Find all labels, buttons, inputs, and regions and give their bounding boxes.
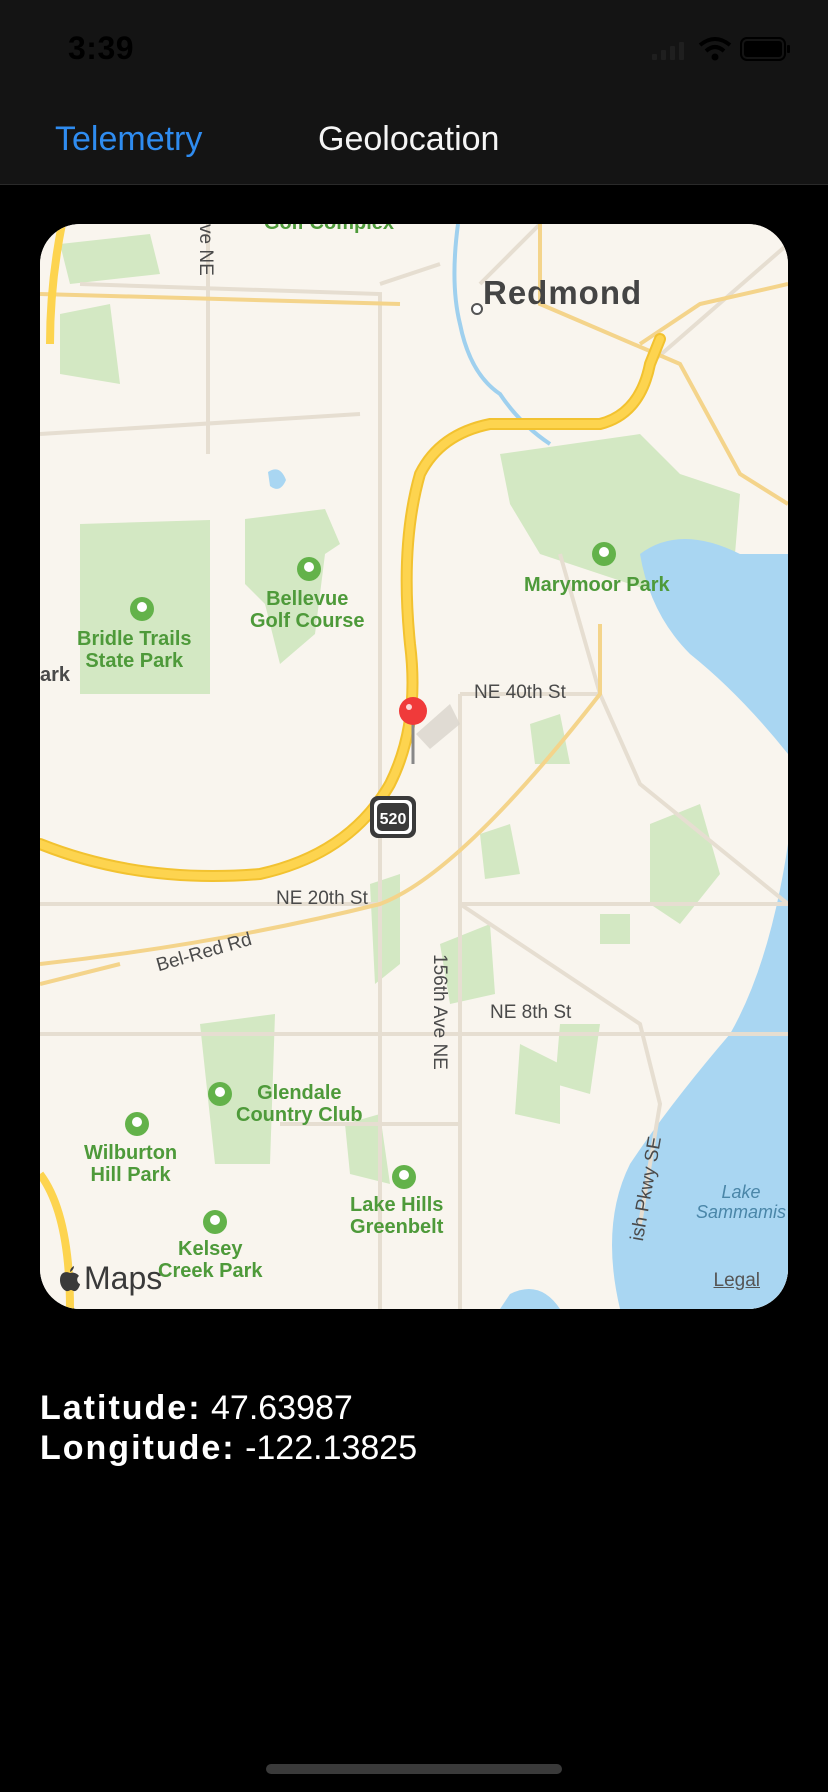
map-street-label: 156th Ave NE: [429, 954, 450, 1070]
battery-icon: [740, 37, 790, 61]
map-park-label: Glendale Country Club: [236, 1082, 363, 1126]
coordinates-panel: Latitude: 47.63987 Longitude: -122.13825: [40, 1388, 417, 1468]
latitude-row: Latitude: 47.63987: [40, 1388, 417, 1428]
map-view[interactable]: 520 Redmond NE 40th St NE 20th St NE 8th…: [40, 224, 788, 1309]
map-street-label: NE 8th St: [490, 1002, 572, 1023]
map-street-label: ark: [40, 664, 71, 686]
latitude-value: 47.63987: [211, 1389, 353, 1427]
apple-maps-logo: Maps: [58, 1260, 162, 1297]
map-park-label: Golf Complex: [264, 224, 394, 234]
longitude-row: Longitude: -122.13825: [40, 1428, 417, 1468]
home-indicator[interactable]: [266, 1764, 562, 1774]
wifi-icon: [698, 37, 732, 61]
latitude-label: Latitude:: [40, 1389, 202, 1427]
maps-logo-text: Maps: [84, 1260, 163, 1296]
svg-text:520: 520: [380, 811, 407, 828]
map-street-label: NE 20th St: [276, 888, 368, 909]
navigation-bar: Telemetry Geolocation: [0, 96, 828, 185]
status-time: 3:39: [68, 30, 135, 66]
map-park-label: Marymoor Park: [524, 574, 670, 596]
map-lake-label: Lake Sammamis: [696, 1182, 787, 1222]
map-park-label: Lake Hills Greenbelt: [350, 1194, 444, 1238]
cellular-signal-icon: [652, 42, 684, 60]
apple-logo-icon: [60, 1265, 80, 1291]
longitude-value: -122.13825: [245, 1429, 418, 1467]
map-park-label: Bellevue Golf Course: [250, 588, 365, 632]
legal-link[interactable]: Legal: [714, 1270, 761, 1292]
page-title: Geolocation: [318, 120, 500, 158]
map-park-label: Kelsey Creek Park: [158, 1238, 263, 1282]
telemetry-back-button[interactable]: Telemetry: [55, 120, 202, 159]
map-street-label: NE 40th St: [474, 682, 566, 703]
map-city-label: Redmond: [483, 274, 643, 311]
status-bar: 3:39: [0, 0, 828, 96]
map-park-label: Bridle Trails State Park: [77, 628, 192, 672]
map-park-label: Wilburton Hill Park: [84, 1142, 178, 1186]
map-street-label: ve NE: [195, 224, 216, 276]
longitude-label: Longitude:: [40, 1429, 236, 1467]
